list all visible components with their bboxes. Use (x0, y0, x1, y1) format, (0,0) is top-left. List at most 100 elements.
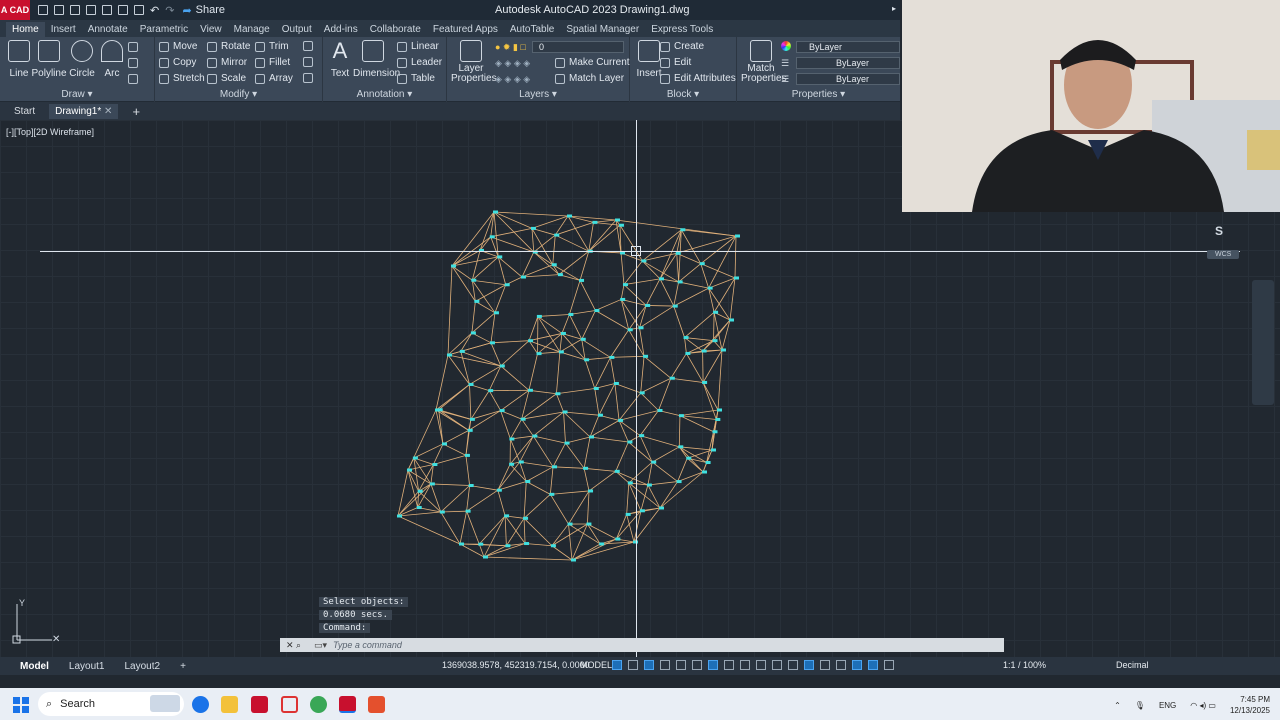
tab-autotable[interactable]: AutoTable (504, 22, 560, 37)
new-icon[interactable] (38, 5, 48, 15)
polar-toggle-icon[interactable] (676, 660, 686, 670)
browser-icon[interactable] (192, 696, 209, 713)
tab-insert[interactable]: Insert (45, 22, 82, 37)
gizmo-icon[interactable] (836, 660, 846, 670)
trim-button[interactable]: Trim (255, 41, 289, 52)
microphone-icon[interactable]: 🎙 (1135, 701, 1145, 710)
app-icon-4[interactable] (281, 696, 298, 713)
osnap-toggle-icon[interactable] (724, 660, 734, 670)
osnap-tracking-toggle-icon[interactable] (708, 660, 718, 670)
rotate-button[interactable]: Rotate (207, 41, 250, 52)
network-icons[interactable]: ◠ ◂) ▭ (1190, 701, 1216, 710)
title-expand-icon[interactable]: ▸ (892, 4, 896, 13)
block-group-title[interactable]: Block ▾ (630, 89, 736, 100)
polyline-button[interactable]: Polyline (31, 40, 67, 79)
model-space-button[interactable]: MODEL (580, 660, 612, 670)
widget-icon[interactable] (150, 695, 180, 712)
tab-drawing1[interactable]: Drawing1* ✕ (49, 103, 119, 119)
undo-icon[interactable]: ↶ (150, 4, 159, 17)
tab-output[interactable]: Output (276, 22, 318, 37)
file-explorer-icon[interactable] (221, 696, 238, 713)
tab-start[interactable]: Start (14, 106, 35, 117)
coordinate-readout[interactable]: 1369038.9578, 452319.7154, 0.0000 (442, 660, 590, 670)
layer-state-icons[interactable]: ● ✹ ▮ □ (495, 42, 526, 53)
explode-tool[interactable] (303, 57, 313, 67)
edit-attributes-button[interactable]: Edit Attributes (660, 73, 736, 84)
rectangle-tool[interactable] (128, 42, 138, 52)
grid-toggle-icon[interactable] (612, 660, 622, 670)
clock[interactable]: 7:45 PM 12/13/2025 (1230, 694, 1270, 716)
app-icon-7[interactable] (368, 696, 385, 713)
plot-icon[interactable] (134, 5, 144, 15)
tab-model[interactable]: Model (10, 661, 59, 672)
tab-parametric[interactable]: Parametric (134, 22, 194, 37)
lineweight-toggle-icon[interactable] (740, 660, 750, 670)
redo-icon[interactable]: ↷ (165, 4, 174, 17)
move-button[interactable]: Move (159, 41, 197, 52)
chrome-icon[interactable] (310, 696, 327, 713)
units-dropdown[interactable]: Decimal (1116, 660, 1149, 670)
table-button[interactable]: Table (397, 73, 435, 84)
close-tab-icon[interactable]: ✕ (104, 106, 112, 117)
lineweight-icon[interactable]: ☰ (781, 74, 789, 85)
offset-tool[interactable] (303, 73, 313, 83)
erase-tool[interactable] (303, 41, 313, 51)
language-indicator[interactable]: ENG (1159, 701, 1176, 710)
circle-button[interactable]: Circle (65, 40, 99, 79)
navigation-bar[interactable] (1252, 280, 1274, 405)
dynamic-ucs-icon[interactable] (804, 660, 814, 670)
text-button[interactable]: A Text (323, 40, 357, 80)
autocad-taskbar-icon[interactable] (251, 696, 268, 713)
tab-spatial-manager[interactable]: Spatial Manager (560, 22, 645, 37)
match-layer-button[interactable]: Match Layer (555, 73, 624, 84)
tab-view[interactable]: View (194, 22, 228, 37)
modify-group-title[interactable]: Modify ▾ (155, 89, 322, 100)
autocad-active-icon[interactable] (339, 696, 356, 713)
share-button[interactable]: ➦ Share (182, 4, 225, 17)
tray-expand-icon[interactable]: ⌃ (1114, 701, 1121, 710)
dimension-button[interactable]: Dimension (353, 40, 400, 79)
layer-tool-row-3[interactable]: ◈ ◈ ◈ ◈ (495, 74, 530, 85)
tab-annotate[interactable]: Annotate (82, 22, 134, 37)
stretch-button[interactable]: Stretch (159, 73, 205, 84)
color-wheel-icon[interactable] (781, 41, 791, 51)
linetype-icon[interactable]: ☰ (781, 58, 789, 69)
tab-home[interactable]: Home (6, 22, 45, 37)
selection-cycling-icon[interactable] (772, 660, 782, 670)
app-logo[interactable]: A CAD (0, 0, 30, 20)
open-web-icon[interactable] (102, 5, 112, 15)
lineweight-dropdown[interactable]: ByLayer (796, 73, 900, 85)
properties-group-title[interactable]: Properties ▾ (737, 89, 900, 100)
transparency-toggle-icon[interactable] (756, 660, 766, 670)
linetype-dropdown[interactable]: ByLayer (796, 57, 900, 69)
hatch-tool[interactable] (128, 58, 138, 68)
open-icon[interactable] (54, 5, 64, 15)
viewcube-compass[interactable]: S (1215, 224, 1223, 238)
layer-dropdown[interactable]: 0 (532, 41, 624, 53)
3d-osnap-icon[interactable] (788, 660, 798, 670)
copy-button[interactable]: Copy (159, 57, 196, 68)
save-web-icon[interactable] (118, 5, 128, 15)
annotation-visibility-icon[interactable] (852, 660, 862, 670)
annotation-group-title[interactable]: Annotation ▾ (323, 89, 446, 100)
save-as-icon[interactable] (86, 5, 96, 15)
annotation-scale[interactable]: 1:1 / 100% (1003, 660, 1046, 670)
new-layout-button[interactable]: + (170, 661, 196, 672)
snap-toggle-icon[interactable] (628, 660, 638, 670)
arc-button[interactable]: Arc (95, 40, 129, 79)
wcs-menu[interactable]: WCS (1207, 250, 1240, 259)
tab-manage[interactable]: Manage (228, 22, 276, 37)
tab-collaborate[interactable]: Collaborate (364, 22, 427, 37)
leader-button[interactable]: Leader (397, 57, 442, 68)
tab-layout1[interactable]: Layout1 (59, 661, 115, 672)
fillet-button[interactable]: Fillet (255, 57, 290, 68)
tab-express-tools[interactable]: Express Tools (645, 22, 719, 37)
tab-add-ins[interactable]: Add-ins (318, 22, 364, 37)
save-icon[interactable] (70, 5, 80, 15)
edit-block-button[interactable]: Edit (660, 57, 691, 68)
command-input[interactable]: Type a command (333, 640, 402, 650)
isodraft-toggle-icon[interactable] (692, 660, 702, 670)
close-command-icon[interactable]: ✕ ⌕ (280, 640, 314, 651)
linear-button[interactable]: Linear (397, 41, 439, 52)
array-button[interactable]: Array (255, 73, 293, 84)
